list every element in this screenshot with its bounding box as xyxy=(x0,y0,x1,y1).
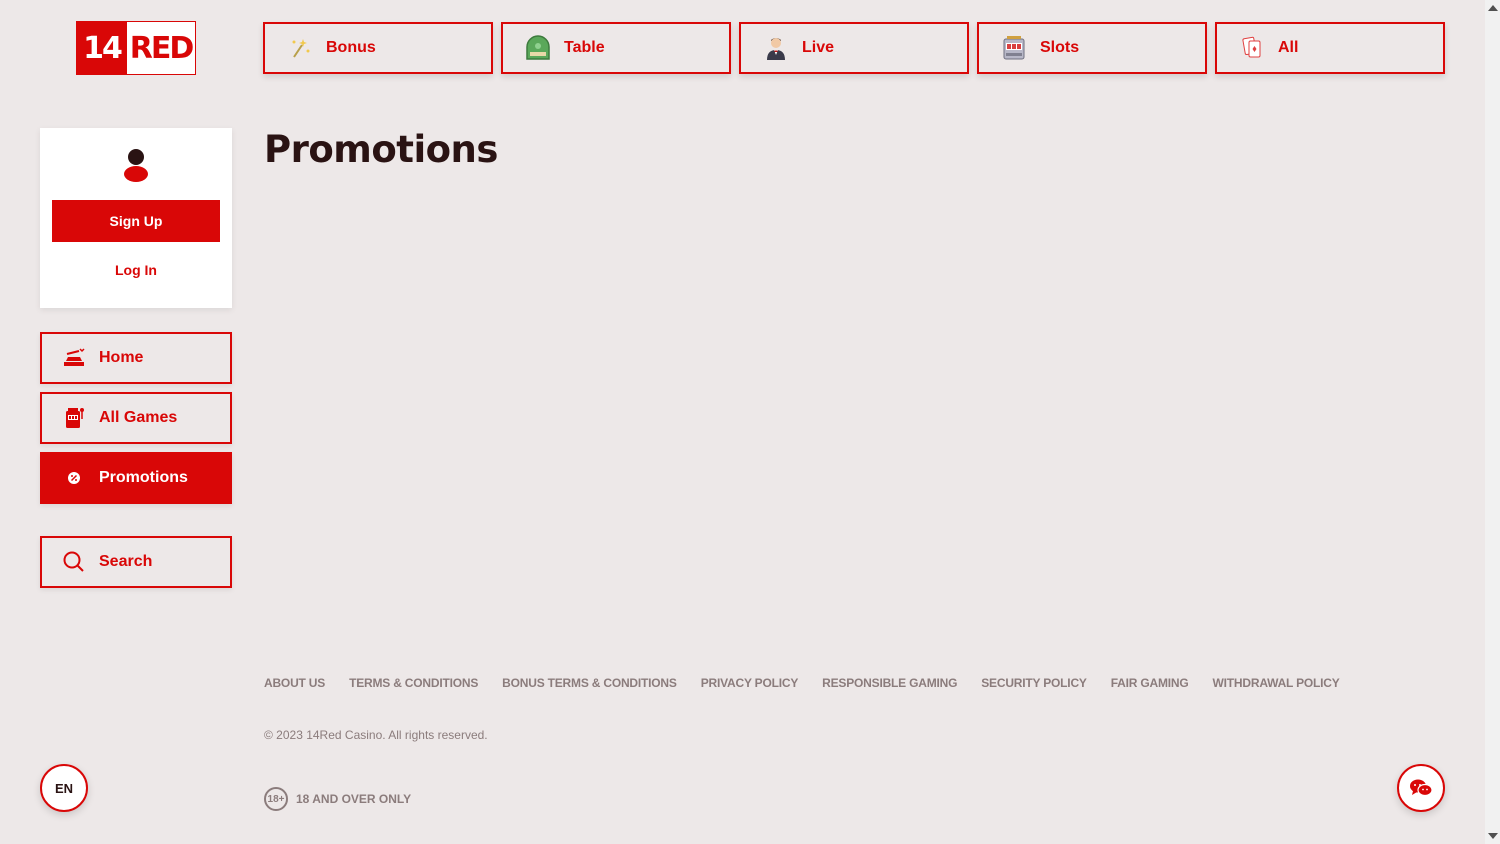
age-text: 18 AND OVER ONLY xyxy=(296,792,412,806)
tab-live-label: Live xyxy=(802,39,835,56)
logo-word: RED xyxy=(129,30,195,66)
tab-all-label: All xyxy=(1278,39,1299,56)
promo-icon xyxy=(62,466,86,490)
copyright: © 2023 14Red Casino. All rights reserved… xyxy=(264,728,488,742)
logo[interactable]: 14 RED xyxy=(76,21,196,75)
sidebar-item-label: Home xyxy=(99,349,144,366)
roulette-table-icon xyxy=(525,35,551,61)
tab-all[interactable]: All xyxy=(1215,22,1445,74)
footer-link-responsible-gaming[interactable]: RESPONSIBLE GAMING xyxy=(822,676,957,690)
chat-icon xyxy=(1410,779,1433,797)
sparkle-wand-icon xyxy=(287,35,313,61)
search-button[interactable]: Search xyxy=(40,536,232,588)
playing-cards-icon xyxy=(1239,35,1265,61)
search-icon xyxy=(62,550,86,574)
sidebar-item-label: All Games xyxy=(99,409,178,426)
category-tabs: Bonus Table Live Slots All xyxy=(263,22,1445,74)
login-link[interactable]: Log In xyxy=(40,262,232,278)
footer-link-withdrawal[interactable]: WITHDRAWAL POLICY xyxy=(1213,676,1340,690)
footer-link-about-us[interactable]: ABOUT US xyxy=(264,676,325,690)
tab-slots-label: Slots xyxy=(1040,39,1080,56)
chat-button[interactable] xyxy=(1397,764,1445,812)
slot-machine-icon xyxy=(62,406,86,430)
language-button[interactable]: EN xyxy=(40,764,88,812)
page-title: Promotions xyxy=(264,128,498,171)
logo-number: 14 xyxy=(77,22,127,74)
search-label: Search xyxy=(99,553,153,570)
scroll-up-icon[interactable] xyxy=(1488,5,1498,11)
sidebar-item-label: Promotions xyxy=(99,469,188,486)
sidebar-item-home[interactable]: Home xyxy=(40,332,232,384)
user-icon xyxy=(124,149,148,182)
scrollbar[interactable] xyxy=(1485,0,1500,844)
tab-slots[interactable]: Slots xyxy=(977,22,1207,74)
user-panel: Sign Up Log In xyxy=(40,128,232,308)
age-notice: 18+ 18 AND OVER ONLY xyxy=(264,787,411,811)
slot-machine-icon xyxy=(1001,35,1027,61)
sidebar-item-all-games[interactable]: All Games xyxy=(40,392,232,444)
sidebar-item-promotions[interactable]: Promotions xyxy=(40,452,232,504)
footer-links: ABOUT US TERMS & CONDITIONS BONUS TERMS … xyxy=(264,676,1340,690)
footer-link-security[interactable]: SECURITY POLICY xyxy=(981,676,1087,690)
signup-button[interactable]: Sign Up xyxy=(52,200,220,242)
tab-bonus-label: Bonus xyxy=(326,39,376,56)
dealer-icon xyxy=(763,35,789,61)
tab-table[interactable]: Table xyxy=(501,22,731,74)
footer-link-fair-gaming[interactable]: FAIR GAMING xyxy=(1111,676,1189,690)
tab-table-label: Table xyxy=(564,39,605,56)
footer-link-bonus-terms[interactable]: BONUS TERMS & CONDITIONS xyxy=(502,676,677,690)
tab-bonus[interactable]: Bonus xyxy=(263,22,493,74)
footer-link-terms[interactable]: TERMS & CONDITIONS xyxy=(349,676,478,690)
scroll-down-icon[interactable] xyxy=(1488,833,1498,839)
footer-link-privacy[interactable]: PRIVACY POLICY xyxy=(701,676,799,690)
home-icon xyxy=(62,346,86,370)
age-restriction-icon: 18+ xyxy=(264,787,288,811)
tab-live[interactable]: Live xyxy=(739,22,969,74)
